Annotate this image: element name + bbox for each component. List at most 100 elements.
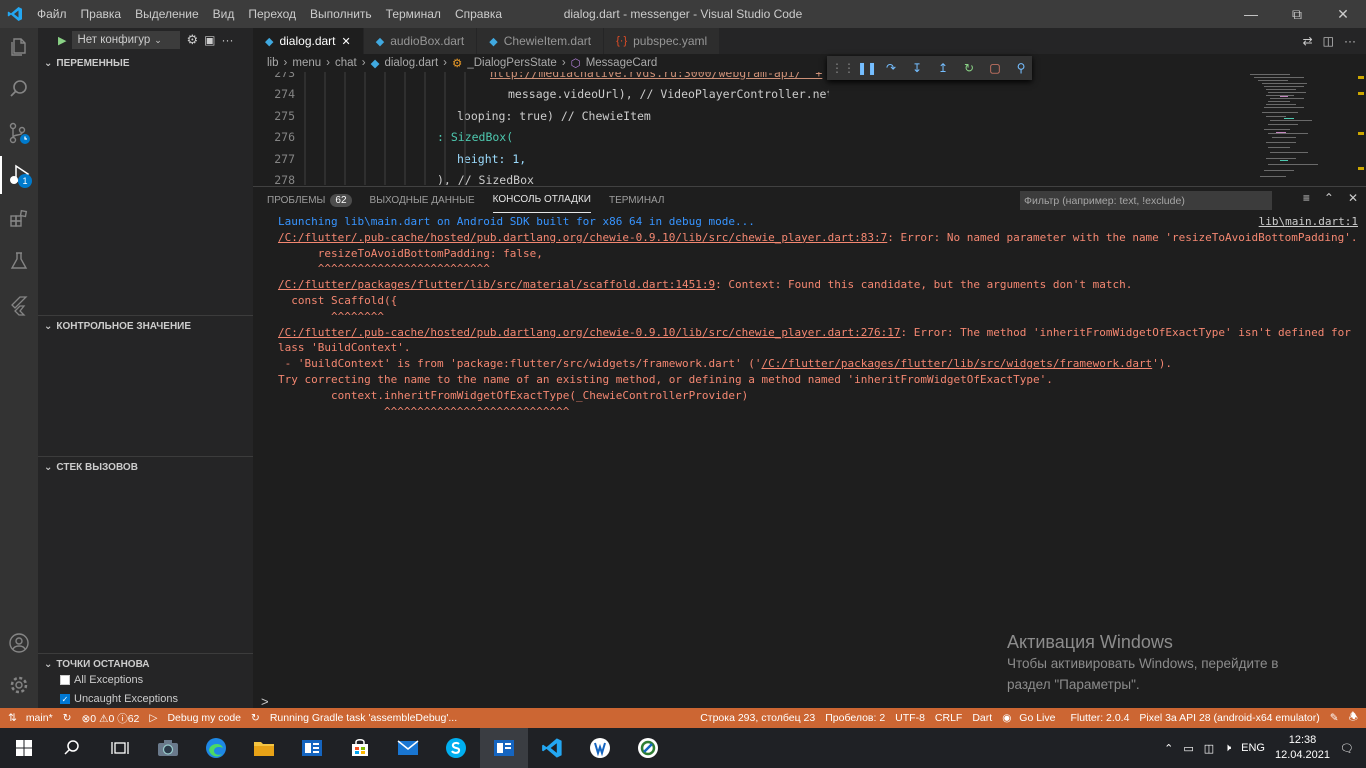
menu-terminal[interactable]: Терминал: [379, 0, 448, 28]
extensions-icon[interactable]: [0, 200, 38, 238]
tab-debug-console[interactable]: КОНСОЛЬ ОТЛАДКИ: [492, 187, 591, 213]
restart-icon[interactable]: ↻: [961, 61, 977, 75]
volume-icon[interactable]: 🕨: [1224, 742, 1231, 755]
menu-run[interactable]: Выполнить: [303, 0, 379, 28]
breakpoint-item[interactable]: ✓ Uncaught Exceptions: [60, 693, 178, 705]
split-editor-icon[interactable]: ◫: [1323, 34, 1334, 48]
indentation[interactable]: Пробелов: 2: [820, 712, 890, 724]
breakpoint-item[interactable]: All Exceptions: [60, 674, 143, 686]
testing-icon[interactable]: [0, 242, 38, 280]
news-window-icon[interactable]: [480, 728, 528, 768]
compare-changes-icon[interactable]: ⇄: [1303, 34, 1313, 48]
task-view-icon[interactable]: [96, 728, 144, 768]
remote-icon[interactable]: ⇅: [0, 712, 21, 724]
breadcrumb-item[interactable]: MessageCard: [586, 57, 658, 69]
store-icon[interactable]: [336, 728, 384, 768]
menu-help[interactable]: Справка: [448, 0, 509, 28]
launch-config-select[interactable]: Нет конфигур ⌄: [72, 31, 181, 49]
search-icon[interactable]: [48, 728, 96, 768]
debug-status[interactable]: Debug my code: [162, 712, 246, 724]
watch-section-header[interactable]: ⌄ КОНТРОЛЬНОЕ ЗНАЧЕНИЕ: [38, 315, 253, 337]
notifications-icon[interactable]: 🕭: [1344, 709, 1366, 727]
run-debug-icon[interactable]: 1: [0, 156, 38, 194]
drag-handle-icon[interactable]: ⋮⋮: [831, 61, 855, 75]
menu-go[interactable]: Переход: [241, 0, 303, 28]
file-link[interactable]: /C:/flutter/.pub-cache/hosted/pub.dartla…: [278, 231, 887, 244]
minimize-icon[interactable]: —: [1228, 0, 1274, 28]
clear-console-icon[interactable]: ≡: [1303, 191, 1310, 205]
start-debugging-icon[interactable]: ▶: [58, 34, 66, 47]
camera-app-icon[interactable]: [144, 728, 192, 768]
breadcrumb-item[interactable]: _DialogPersState: [467, 57, 557, 69]
device-selector[interactable]: Pixel 3a API 28 (android-x64 emulator): [1134, 712, 1324, 724]
file-link[interactable]: /C:/flutter/packages/flutter/lib/src/mat…: [278, 278, 715, 291]
go-live-button[interactable]: ◉ Go Live: [997, 712, 1065, 724]
breadcrumb-item[interactable]: dialog.dart: [384, 57, 438, 69]
line-ending[interactable]: CRLF: [930, 712, 967, 724]
explorer-icon[interactable]: [0, 28, 38, 66]
windows-start-icon[interactable]: [0, 728, 48, 768]
close-icon[interactable]: ✕: [1320, 0, 1366, 28]
search-icon[interactable]: [0, 70, 38, 108]
edge-browser-icon[interactable]: [192, 728, 240, 768]
account-icon[interactable]: [0, 624, 38, 662]
problems-status[interactable]: ⊗0 ⚠0 ⓘ62: [76, 711, 144, 726]
file-explorer-icon[interactable]: [240, 728, 288, 768]
tab-problems[interactable]: ПРОБЛЕМЫ 62: [267, 187, 352, 213]
network-icon[interactable]: ◫: [1204, 742, 1214, 755]
more-actions-icon[interactable]: ···: [1344, 34, 1356, 48]
skype-icon[interactable]: [432, 728, 480, 768]
pause-icon[interactable]: ❚❚: [857, 61, 877, 75]
breakpoint-checkbox[interactable]: [60, 675, 70, 685]
tab-dialog-dart[interactable]: ◆ dialog.dart ✕: [253, 28, 364, 54]
restore-icon[interactable]: ⧉: [1274, 0, 1320, 28]
cursor-position[interactable]: Строка 293, столбец 23: [695, 712, 820, 724]
file-link[interactable]: /C:/flutter/.pub-cache/hosted/pub.dartla…: [278, 326, 901, 339]
mail-icon[interactable]: [384, 728, 432, 768]
language-indicator[interactable]: ENG: [1241, 742, 1265, 754]
news-app-icon[interactable]: [288, 728, 336, 768]
menu-selection[interactable]: Выделение: [128, 0, 206, 28]
chat-app-icon[interactable]: [624, 728, 672, 768]
source-control-icon[interactable]: [0, 114, 38, 152]
flutter-inspector-icon[interactable]: ⚲: [1013, 61, 1029, 75]
minimap[interactable]: [1240, 72, 1356, 185]
tab-pubspec-yaml[interactable]: {·} pubspec.yaml: [604, 28, 721, 54]
flutter-version[interactable]: Flutter: 2.0.4: [1065, 712, 1134, 724]
gear-config-icon[interactable]: ⚙: [186, 32, 198, 48]
close-panel-icon[interactable]: ✕: [1348, 191, 1358, 205]
editor-scrollbar[interactable]: [1356, 72, 1366, 185]
code-editor[interactable]: 273 http://mediachative.rvds.ru:3000/web…: [253, 72, 829, 185]
breadcrumb-item[interactable]: menu: [292, 57, 321, 69]
variables-section-header[interactable]: ⌄ ПЕРЕМЕННЫЕ: [38, 52, 253, 74]
encoding[interactable]: UTF-8: [890, 712, 930, 724]
debug-icon[interactable]: ▷: [144, 712, 162, 724]
feedback-icon[interactable]: ✎: [1325, 712, 1344, 724]
close-tab-icon[interactable]: ✕: [342, 35, 351, 48]
vscode-taskbar-icon[interactable]: [528, 728, 576, 768]
git-branch[interactable]: main*: [21, 712, 58, 724]
stop-icon[interactable]: ▢: [987, 61, 1003, 75]
menu-edit[interactable]: Правка: [74, 0, 129, 28]
breadcrumb-item[interactable]: chat: [335, 57, 357, 69]
tab-terminal[interactable]: ТЕРМИНАЛ: [609, 187, 665, 213]
display-icon[interactable]: ▭: [1183, 742, 1193, 755]
console-input-prompt[interactable]: >: [261, 694, 269, 709]
tab-audiobox-dart[interactable]: ◆ audioBox.dart: [363, 28, 478, 54]
file-link[interactable]: /C:/flutter/packages/flutter/lib/src/wid…: [761, 357, 1152, 370]
callstack-section-header[interactable]: ⌄ СТЕК ВЫЗОВОВ: [38, 456, 253, 478]
flutter-icon[interactable]: [0, 286, 38, 324]
tab-output[interactable]: ВЫХОДНЫЕ ДАННЫЕ: [370, 187, 475, 213]
task-status[interactable]: Running Gradle task 'assembleDebug'...: [265, 712, 462, 724]
breadcrumb-item[interactable]: lib: [267, 57, 279, 69]
chevron-up-icon[interactable]: ⌃: [1164, 742, 1173, 755]
clock[interactable]: 12:38 12.04.2021: [1275, 733, 1330, 763]
browser-app-icon[interactable]: [576, 728, 624, 768]
console-filter-input[interactable]: Фильтр (например: text, !exclude): [1020, 191, 1272, 210]
debug-console-open-icon[interactable]: ▣: [204, 33, 215, 47]
step-into-icon[interactable]: ↧: [909, 61, 925, 75]
maximize-panel-icon[interactable]: ⌃: [1324, 191, 1334, 205]
more-actions-icon[interactable]: ···: [221, 33, 233, 47]
language-mode[interactable]: Dart: [967, 712, 997, 724]
action-center-icon[interactable]: 🗨: [1340, 742, 1354, 755]
